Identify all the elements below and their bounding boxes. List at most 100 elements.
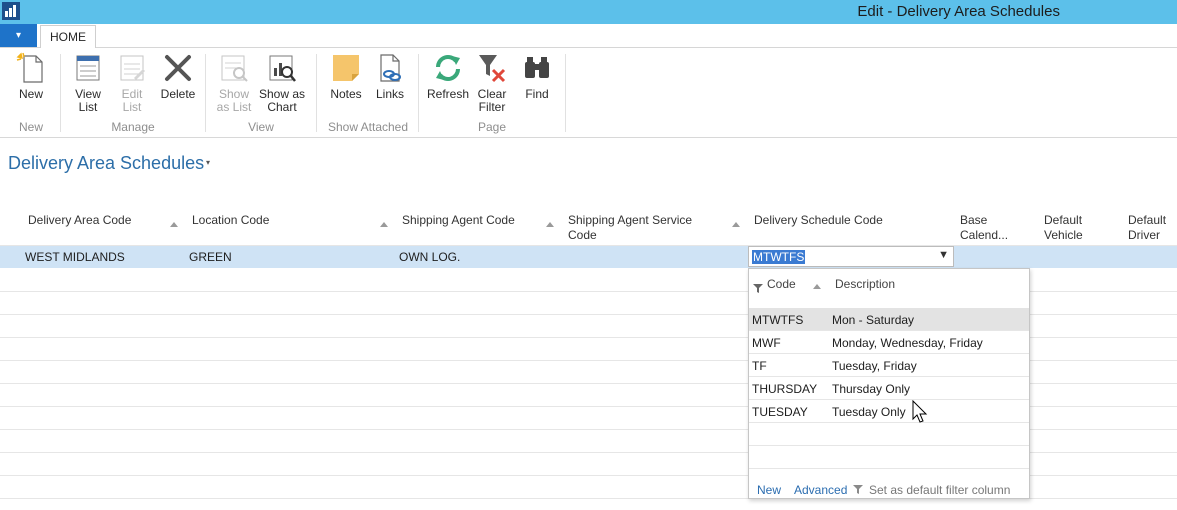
column-header-delivery-schedule-code[interactable]: Delivery Schedule Code [754, 213, 883, 228]
show-as-chart-label-1: Show as [258, 87, 306, 101]
show-as-chart-label-2: Chart [267, 100, 297, 114]
group-label-view: View [248, 120, 274, 134]
list-item-empty [749, 423, 1029, 446]
filter-funnel-icon [853, 485, 863, 494]
column-header-delivery-area-code[interactable]: Delivery Area Code [28, 213, 131, 228]
find-button[interactable]: Find [520, 52, 554, 101]
column-header-location-code[interactable]: Location Code [192, 213, 269, 228]
show-as-list-label-1: Show [218, 87, 250, 101]
sort-arrow-icon [813, 284, 821, 289]
clear-filter-label-1: Clear [477, 87, 507, 101]
links-label: Links [375, 87, 404, 101]
group-divider [60, 54, 61, 132]
group-label-page: Page [477, 120, 507, 134]
group-divider [205, 54, 206, 132]
ribbon-tab-row: ▾ HOME [0, 24, 1177, 49]
show-as-chart-button[interactable]: Show as Chart [258, 52, 306, 114]
column-header-default-driver[interactable]: Default Driver [1128, 213, 1166, 243]
show-as-list-label-2: as List [216, 100, 252, 114]
column-header-shipping-agent-code[interactable]: Shipping Agent Code [402, 213, 515, 228]
column-header-default-vehicle[interactable]: Default Vehicle [1044, 213, 1083, 243]
item-description: Tuesday, Friday [832, 359, 917, 373]
cell-delivery-area-code[interactable]: WEST MIDLANDS [25, 250, 125, 264]
group-label-manage: Manage [111, 120, 155, 134]
show-as-list-icon [221, 55, 248, 82]
sticky-note-icon [333, 55, 359, 81]
list-item[interactable]: TUESDAY Tuesday Only [749, 400, 1029, 423]
page-title[interactable]: Delivery Area Schedules [8, 153, 204, 174]
sort-arrow-icon [546, 222, 554, 227]
edit-list-label-1: Edit [121, 87, 143, 101]
list-item[interactable]: THURSDAY Thursday Only [749, 377, 1029, 400]
dropdown-header-code[interactable]: Code [767, 277, 796, 291]
delivery-schedule-code-value[interactable]: MTWTFS [752, 250, 806, 264]
item-code: THURSDAY [752, 382, 818, 396]
header-line-2: Calend... [960, 228, 1009, 242]
app-logo-icon [2, 2, 20, 20]
page-title-caret-icon[interactable]: ▾ [206, 158, 210, 167]
dropdown-header-description[interactable]: Description [835, 277, 895, 291]
item-description: Tuesday Only [832, 405, 906, 419]
mouse-cursor-icon [912, 400, 928, 423]
table-row[interactable] [0, 246, 1177, 268]
edit-list-icon [120, 55, 145, 81]
lookup-dropdown: Code Description MTWTFS Mon - Saturday M… [748, 268, 1030, 499]
header-line-1: Shipping Agent Service [568, 213, 693, 227]
view-list-button[interactable]: View List [70, 52, 106, 114]
header-line-1: Base [960, 213, 988, 227]
new-button[interactable]: New [13, 52, 49, 101]
header-line-2: Code [568, 228, 597, 242]
edit-list-label-2: List [122, 100, 142, 114]
links-chain-icon [380, 54, 401, 82]
item-code: MTWTFS [752, 313, 804, 327]
group-label-new: New [18, 120, 43, 134]
cell-location-code[interactable]: GREEN [189, 250, 232, 264]
binoculars-icon [525, 57, 549, 78]
item-description: Mon - Saturday [832, 313, 915, 327]
header-line-1: Default [1128, 213, 1167, 227]
clear-filter-button[interactable]: Clear Filter [474, 52, 510, 114]
title-bar: Edit - Delivery Area Schedules [0, 0, 1177, 24]
delete-button[interactable]: Delete [158, 52, 198, 101]
list-item[interactable]: TF Tuesday, Friday [749, 354, 1029, 377]
show-as-chart-icon [269, 55, 296, 82]
view-list-label-2: List [78, 100, 98, 114]
refresh-button[interactable]: Refresh [426, 52, 470, 101]
show-as-list-button[interactable]: Show as List [214, 52, 254, 114]
links-button[interactable]: Links [372, 52, 408, 101]
header-line-2: Driver [1128, 228, 1160, 242]
delete-x-icon [165, 55, 191, 81]
new-document-icon [16, 52, 43, 83]
dropdown-advanced-link[interactable]: Advanced [794, 483, 847, 497]
sort-arrow-icon [380, 222, 388, 227]
tab-home[interactable]: HOME [40, 25, 96, 49]
header-line-1: Default [1044, 213, 1083, 227]
clear-filter-icon [479, 55, 506, 83]
edit-list-button[interactable]: Edit List [114, 52, 150, 114]
cell-shipping-agent-code[interactable]: OWN LOG. [399, 250, 460, 264]
column-header-base-calendar[interactable]: Base Calend... [960, 213, 1008, 243]
delete-label: Delete [160, 87, 196, 101]
item-description: Thursday Only [832, 382, 911, 396]
header-line-2: Vehicle [1044, 228, 1083, 242]
notes-button[interactable]: Notes [327, 52, 365, 101]
list-item[interactable]: MTWTFS Mon - Saturday [749, 308, 1029, 331]
ribbon: New New View List Edit List Delete Manag… [0, 48, 1177, 138]
filter-funnel-icon[interactable] [753, 283, 763, 293]
list-item[interactable]: MWF Monday, Wednesday, Friday [749, 331, 1029, 354]
find-label: Find [525, 87, 549, 101]
sort-arrow-icon [732, 222, 740, 227]
group-divider [565, 54, 566, 132]
set-default-filter-column-link[interactable]: Set as default filter column [869, 483, 1010, 497]
new-label: New [18, 87, 43, 101]
file-menu-button[interactable]: ▾ [0, 24, 37, 47]
delivery-schedule-code-combobox[interactable]: MTWTFS ▼ [748, 246, 954, 267]
notes-label: Notes [330, 87, 362, 101]
chevron-down-icon[interactable]: ▼ [938, 249, 949, 261]
group-divider [418, 54, 419, 132]
sort-arrow-icon [170, 222, 178, 227]
dropdown-new-link[interactable]: New [757, 483, 781, 497]
column-header-shipping-agent-service-code[interactable]: Shipping Agent Service Code [568, 213, 692, 243]
refresh-icon [436, 55, 460, 81]
view-list-label-1: View [75, 87, 101, 101]
